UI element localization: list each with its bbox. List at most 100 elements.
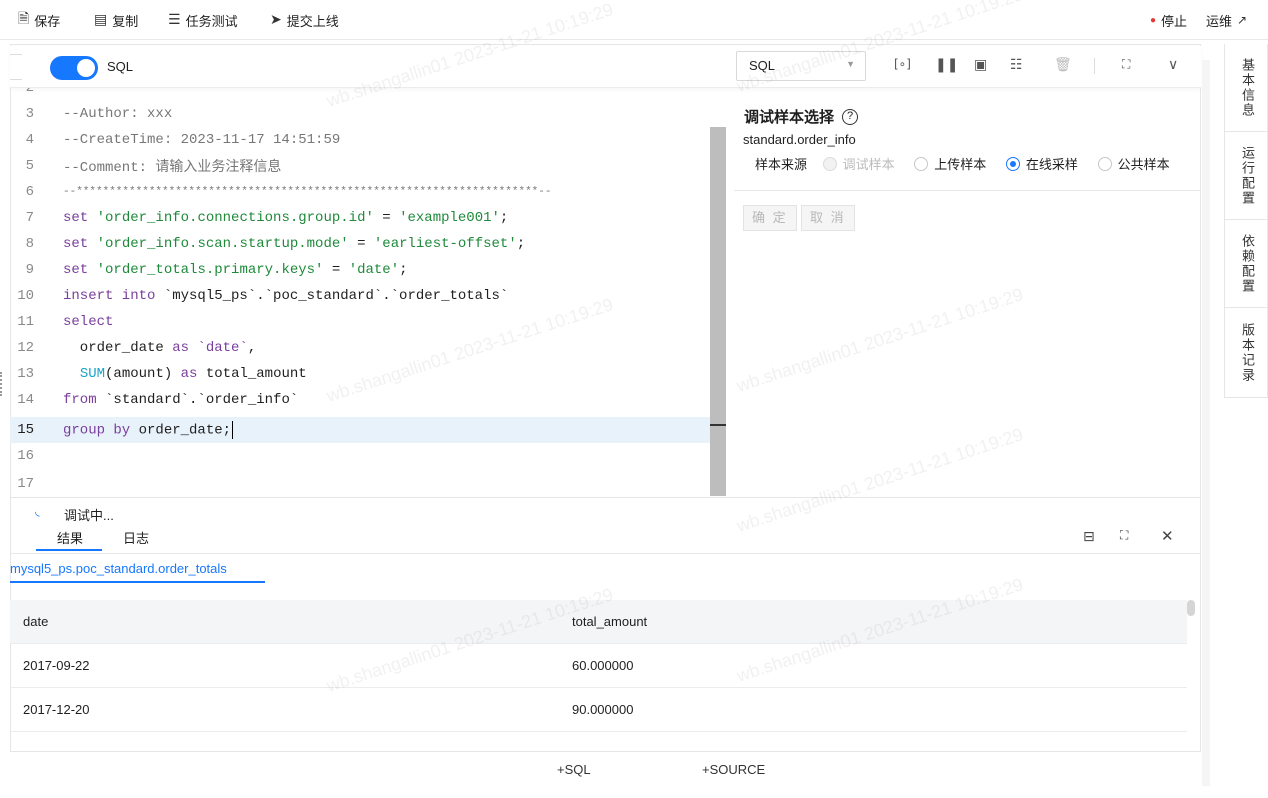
- code-line: 14 from `standard`.`order_info`: [10, 387, 710, 413]
- side-tab-label: 依赖配置: [1240, 233, 1255, 294]
- table-row: 2017-12-20 90.000000: [10, 688, 1187, 732]
- line-text: --Author: xxx: [63, 106, 173, 122]
- page-scrollbar[interactable]: [1202, 60, 1210, 786]
- loading-spinner-icon: ◟: [35, 504, 40, 518]
- side-tab-version-history[interactable]: 版本记录: [1225, 308, 1268, 398]
- result-table-tab[interactable]: mysql5_ps.poc_standard.order_totals: [10, 561, 227, 576]
- code-line-active: 15 group by order_date;: [10, 417, 710, 443]
- line-number: 7: [25, 210, 34, 226]
- sample-source-row: 样本来源 调试样本 上传样本 在线采样 公共样本: [755, 154, 1170, 173]
- copy-label: 复制: [112, 13, 139, 29]
- language-select-value: SQL: [749, 58, 776, 73]
- results-panel: ◟ 调试中... 结果 日志 ⊟ ⛶ ✕ mysql5_ps.poc_stand…: [10, 497, 1201, 752]
- task-test-button[interactable]: ☰ 任务测试: [168, 10, 238, 30]
- line-number: 8: [25, 236, 34, 252]
- sample-table-name: standard.order_info: [743, 132, 856, 147]
- side-tab-label: 运行配置: [1240, 145, 1255, 206]
- expand-icon[interactable]: ⛶: [1120, 528, 1128, 543]
- gutter-lines-icon: [10, 54, 22, 80]
- line-text: set 'order_info.connections.group.id' = …: [63, 210, 509, 226]
- line-text: order_date as `date`,: [63, 340, 257, 356]
- line-text: from `standard`.`order_info`: [63, 392, 299, 408]
- line-text: --Comment: 请输入业务注释信息: [63, 160, 282, 176]
- sql-mode-toggle[interactable]: [50, 56, 98, 80]
- code-line: 5 --Comment: 请输入业务注释信息: [10, 153, 710, 179]
- language-select[interactable]: SQL ▼: [736, 51, 866, 81]
- side-tab-basic-info[interactable]: 基本信息: [1225, 44, 1268, 132]
- send-icon: ➤: [270, 12, 282, 28]
- radio-label: 上传样本: [934, 157, 987, 172]
- line-text: group by order_date;: [63, 421, 234, 439]
- pause-icon[interactable]: ❚❚: [935, 57, 958, 73]
- side-tab-dependency-config[interactable]: 依赖配置: [1225, 220, 1268, 308]
- add-sql-button[interactable]: +SQL: [557, 762, 591, 777]
- radio-label: 在线采样: [1025, 157, 1078, 172]
- table-header-row: date total_amount: [10, 600, 1187, 644]
- delete-icon[interactable]: 🗑: [1054, 57, 1072, 73]
- line-number: 2: [25, 88, 34, 96]
- radio-upload-sample[interactable]: 上传样本: [914, 157, 986, 172]
- confirm-button[interactable]: 确 定: [743, 205, 797, 231]
- radio-icon: [1005, 157, 1020, 171]
- minimize-icon[interactable]: ⊟: [1083, 528, 1095, 545]
- format-icon[interactable]: [∘]: [894, 57, 911, 71]
- text-cursor: [232, 421, 234, 439]
- active-tab-indicator: [36, 549, 102, 551]
- code-line: 3 --Author: xxx: [10, 101, 710, 127]
- line-text: insert into `mysql5_ps`.`poc_standard`.`…: [63, 288, 509, 304]
- code-line: 9 set 'order_totals.primary.keys' = 'date…: [10, 257, 710, 283]
- align-icon[interactable]: ☷: [1010, 57, 1023, 73]
- radio-public-sample[interactable]: 公共样本: [1097, 157, 1170, 172]
- line-number: 4: [25, 132, 34, 148]
- stop-button[interactable]: ● 停止: [1150, 10, 1187, 30]
- scrollbar-marker: [710, 424, 726, 426]
- add-source-button[interactable]: +SOURCE: [702, 762, 765, 777]
- save-icon: 🗎: [18, 11, 30, 27]
- cancel-button[interactable]: 取 消: [801, 205, 855, 231]
- save-label: 保存: [34, 13, 61, 29]
- table-cell: 2017-12-20: [23, 702, 90, 717]
- external-link-icon: ↗: [1237, 13, 1248, 27]
- debug-sample-panel: 调试样本选择 ? standard.order_info 样本来源 调试样本 上…: [726, 88, 1201, 496]
- side-tab-run-config[interactable]: 运行配置: [1225, 132, 1268, 220]
- fullscreen-icon[interactable]: ⛶: [1122, 57, 1130, 72]
- save-button[interactable]: 🗎 保存: [18, 10, 60, 30]
- radio-debug-sample[interactable]: 调试样本: [822, 157, 895, 172]
- table-scrollbar[interactable]: [1187, 600, 1195, 616]
- line-number: 12: [17, 340, 34, 356]
- line-number: 14: [17, 392, 34, 408]
- code-line: 2: [10, 88, 710, 101]
- line-number: 13: [17, 366, 34, 382]
- toggle-knob: [77, 59, 95, 77]
- collapse-handle[interactable]: [0, 372, 4, 396]
- close-icon[interactable]: ✕: [1161, 527, 1174, 545]
- collapse-chevron-icon[interactable]: ∨: [1168, 57, 1178, 73]
- line-number: 9: [25, 262, 34, 278]
- submit-button[interactable]: ➤ 提交上线: [270, 10, 339, 30]
- code-line: 10 insert into `mysql5_ps`.`poc_standard`…: [10, 283, 710, 309]
- tab-log[interactable]: 日志: [123, 528, 149, 547]
- sample-source-label: 样本来源: [755, 157, 808, 172]
- document-icon[interactable]: ▣: [974, 57, 987, 73]
- editor-scrollbar[interactable]: [710, 127, 726, 496]
- editor-subbar: SQL SQL ▼ [∘] ❚❚ ▣ ☷ 🗑 ⛶ ∨: [10, 46, 1201, 88]
- debug-title-row: 调试样本选择 ?: [744, 106, 859, 127]
- code-line: 12 order_date as `date`,: [10, 335, 710, 361]
- line-text: SUM(amount) as total_amount: [79, 366, 307, 382]
- help-icon[interactable]: ?: [842, 108, 859, 125]
- sql-editor[interactable]: 2 3 --Author: xxx 4 --CreateTime: 2023-11-…: [10, 88, 726, 496]
- code-line: 11 select: [10, 309, 710, 335]
- ops-button[interactable]: 运维 ↗: [1206, 10, 1247, 30]
- table-cell: 2017-09-22: [23, 658, 90, 673]
- line-number: 6: [25, 184, 34, 200]
- ops-label: 运维: [1206, 13, 1233, 29]
- result-table-tab-indicator: [10, 581, 265, 583]
- test-icon: ☰: [168, 12, 181, 28]
- tab-result[interactable]: 结果: [57, 528, 83, 547]
- table-cell: 60.000000: [572, 658, 634, 673]
- line-text: --CreateTime: 2023-11-17 14:51:59: [63, 132, 341, 148]
- radio-online-sample[interactable]: 在线采样: [1005, 157, 1078, 172]
- stop-label: 停止: [1161, 13, 1188, 29]
- table-row: 2017-09-22 60.000000: [10, 644, 1187, 688]
- copy-button[interactable]: ▤ 复制: [94, 10, 138, 30]
